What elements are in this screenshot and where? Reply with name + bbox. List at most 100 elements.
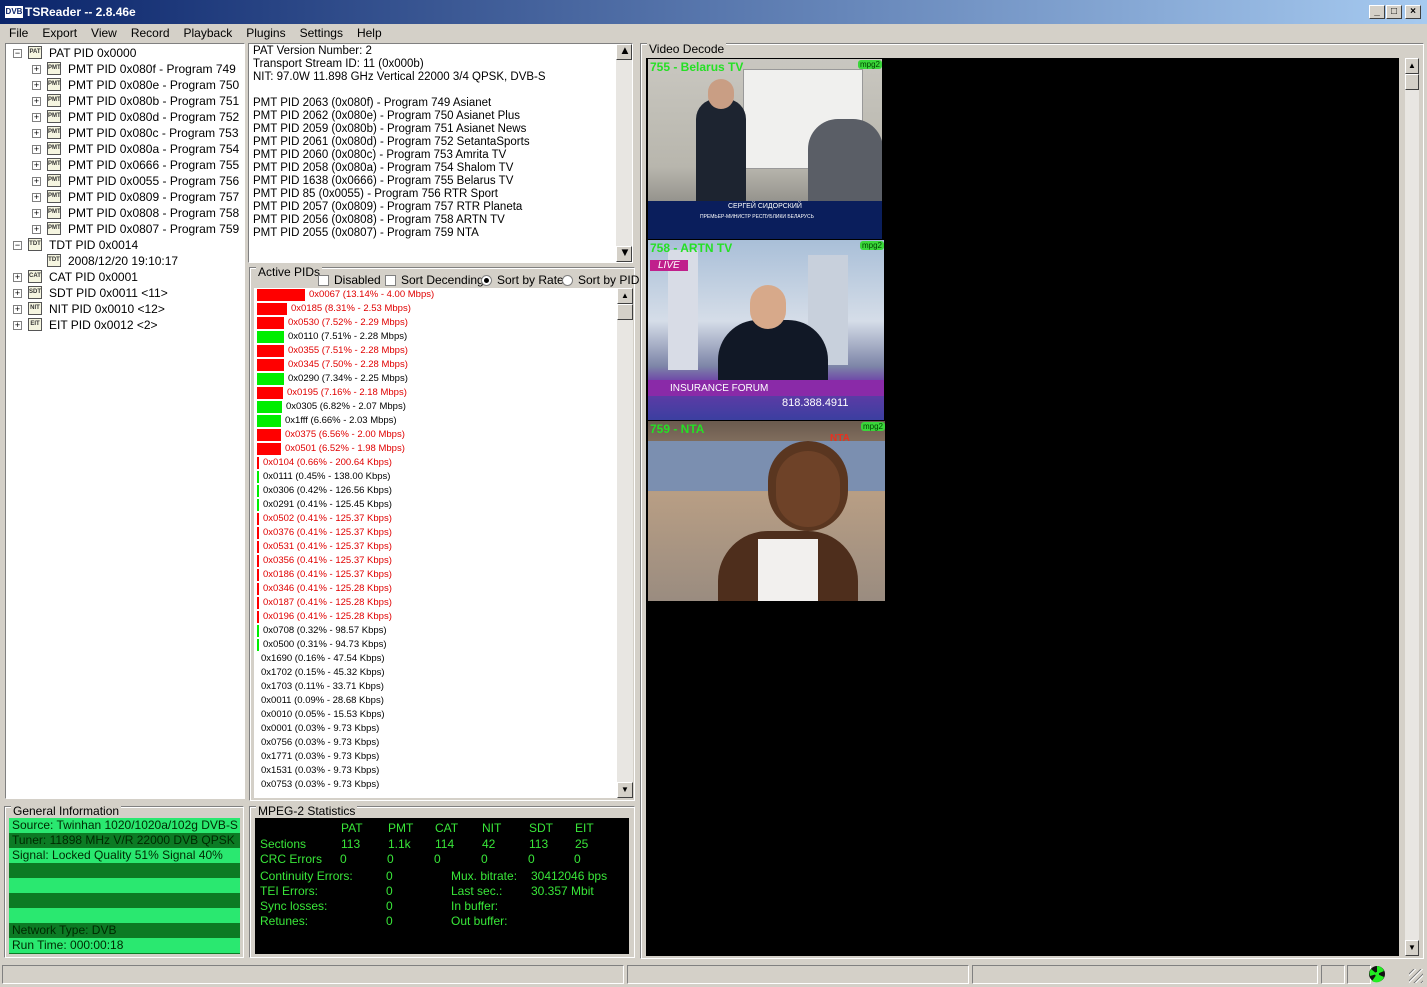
pid-row[interactable]: 0x0530 (7.52% - 2.29 Mbps) — [254, 316, 614, 330]
tree-node[interactable]: + PMT PMT PID 0x0666 - Program 755 — [6, 157, 242, 173]
scroll-up-icon[interactable]: ▲ — [616, 44, 632, 60]
pid-row[interactable]: 0x1690 (0.16% - 47.54 Kbps) — [254, 652, 614, 666]
tree-node[interactable]: + CAT CAT PID 0x0001 — [6, 269, 242, 285]
sort-by-rate-radio[interactable]: Sort by Rate — [481, 274, 564, 287]
scroll-down-icon[interactable]: ▼ — [617, 782, 633, 798]
expand-icon[interactable]: + — [32, 193, 41, 202]
pid-row[interactable]: 0x0753 (0.03% - 9.73 Kbps) — [254, 778, 614, 792]
pid-row[interactable]: 0x0291 (0.41% - 125.45 Kbps) — [254, 498, 614, 512]
maximize-button[interactable]: □ — [1386, 5, 1402, 19]
menu-settings[interactable]: Settings — [293, 24, 350, 41]
pid-row[interactable]: 0x0185 (8.31% - 2.53 Mbps) — [254, 302, 614, 316]
tree-node[interactable]: + NIT NIT PID 0x0010 <12> — [6, 301, 242, 317]
tree-node[interactable]: + PMT PMT PID 0x080a - Program 754 — [6, 141, 242, 157]
pid-row[interactable]: 0x0502 (0.41% - 125.37 Kbps) — [254, 512, 614, 526]
minimize-button[interactable]: _ — [1369, 5, 1385, 19]
pid-row[interactable]: 0x0010 (0.05% - 15.53 Kbps) — [254, 708, 614, 722]
tree-node[interactable]: + EIT EIT PID 0x0012 <2> — [6, 317, 242, 333]
expand-icon[interactable]: + — [32, 145, 41, 154]
video-scrollbar[interactable]: ▲ ▼ — [1405, 58, 1419, 956]
pid-row[interactable]: 0x0011 (0.09% - 28.68 Kbps) — [254, 694, 614, 708]
expand-icon[interactable]: + — [13, 289, 22, 298]
resize-grip-icon[interactable] — [1409, 969, 1423, 983]
pid-row[interactable]: 0x0290 (7.34% - 2.25 Mbps) — [254, 372, 614, 386]
menu-record[interactable]: Record — [124, 24, 177, 41]
pid-row[interactable]: 0x0111 (0.45% - 138.00 Kbps) — [254, 470, 614, 484]
active-pid-list[interactable]: 0x0067 (13.14% - 4.00 Mbps) 0x0185 (8.31%… — [254, 288, 618, 798]
collapse-icon[interactable]: − — [13, 49, 22, 58]
expand-icon[interactable]: + — [32, 177, 41, 186]
pid-row[interactable]: 0x1fff (6.66% - 2.03 Mbps) — [254, 414, 614, 428]
pid-row[interactable]: 0x0531 (0.41% - 125.37 Kbps) — [254, 540, 614, 554]
expand-icon[interactable]: + — [32, 129, 41, 138]
tree-node[interactable]: − TDT TDT PID 0x0014 — [6, 237, 242, 253]
pid-row[interactable]: 0x0356 (0.41% - 125.37 Kbps) — [254, 554, 614, 568]
menu-plugins[interactable]: Plugins — [239, 24, 292, 41]
pid-row[interactable]: 0x0346 (0.41% - 125.28 Kbps) — [254, 582, 614, 596]
pid-row[interactable]: 0x0500 (0.31% - 94.73 Kbps) — [254, 638, 614, 652]
pid-row[interactable]: 0x0306 (0.42% - 126.56 Kbps) — [254, 484, 614, 498]
scroll-down-icon[interactable]: ▼ — [1405, 940, 1419, 956]
expand-icon[interactable]: + — [13, 305, 22, 314]
sort-by-pid-radio[interactable]: Sort by PID — [562, 274, 639, 287]
expand-icon[interactable]: + — [32, 225, 41, 234]
expand-icon[interactable]: + — [32, 65, 41, 74]
pid-row[interactable]: 0x0501 (6.52% - 1.98 Mbps) — [254, 442, 614, 456]
pid-row[interactable]: 0x0001 (0.03% - 9.73 Kbps) — [254, 722, 614, 736]
collapse-icon[interactable]: − — [13, 241, 22, 250]
tree-node[interactable]: − PAT PAT PID 0x0000 — [6, 45, 242, 61]
menu-view[interactable]: View — [84, 24, 124, 41]
pid-row[interactable]: 0x0110 (7.51% - 2.28 Mbps) — [254, 330, 614, 344]
expand-icon[interactable]: + — [32, 97, 41, 106]
tree-node[interactable]: + PMT PMT PID 0x0809 - Program 757 — [6, 189, 242, 205]
pid-row[interactable]: 0x0187 (0.41% - 125.28 Kbps) — [254, 596, 614, 610]
pid-tree[interactable]: − PAT PAT PID 0x0000 + PMT PMT PID 0x080f - P… — [5, 43, 245, 799]
scroll-up-icon[interactable]: ▲ — [617, 288, 633, 304]
sort-descending-checkbox[interactable]: Sort Decending — [385, 274, 484, 287]
expand-icon[interactable]: + — [32, 209, 41, 218]
tree-node[interactable]: + PMT PMT PID 0x080e - Program 750 — [6, 77, 242, 93]
pid-row[interactable]: 0x0195 (7.16% - 2.18 Mbps) — [254, 386, 614, 400]
pid-row[interactable]: 0x0375 (6.56% - 2.00 Mbps) — [254, 428, 614, 442]
scroll-down-icon[interactable]: ▼ — [616, 246, 632, 262]
pat-scrollbar[interactable]: ▲ ▼ — [616, 44, 632, 262]
video-thumbnail[interactable]: LIVE INSURANCE FORUM 818.388.4911 758 - … — [648, 240, 884, 420]
tree-node[interactable]: + SDT SDT PID 0x0011 <11> — [6, 285, 242, 301]
pid-row[interactable]: 0x0067 (13.14% - 4.00 Mbps) — [254, 288, 614, 302]
close-button[interactable]: × — [1405, 5, 1421, 19]
expand-icon[interactable]: + — [32, 113, 41, 122]
scroll-thumb[interactable] — [617, 304, 633, 320]
expand-icon[interactable]: + — [13, 321, 22, 330]
pid-row[interactable]: 0x1531 (0.03% - 9.73 Kbps) — [254, 764, 614, 778]
pid-row[interactable]: 0x0756 (0.03% - 9.73 Kbps) — [254, 736, 614, 750]
pid-scrollbar[interactable]: ▲ ▼ — [617, 288, 633, 798]
expand-icon[interactable]: + — [13, 273, 22, 282]
tree-node[interactable]: + PMT PMT PID 0x080f - Program 749 — [6, 61, 242, 77]
tree-node[interactable]: + PMT PMT PID 0x0055 - Program 756 — [6, 173, 242, 189]
disabled-checkbox[interactable]: Disabled — [318, 274, 381, 287]
pid-row[interactable]: 0x1702 (0.15% - 45.32 Kbps) — [254, 666, 614, 680]
expand-icon[interactable]: + — [32, 161, 41, 170]
menu-file[interactable]: File — [0, 24, 35, 41]
expand-icon[interactable]: + — [32, 81, 41, 90]
menu-playback[interactable]: Playback — [177, 24, 240, 41]
tree-node[interactable]: TDT 2008/12/20 19:10:17 — [6, 253, 242, 269]
tree-node[interactable]: + PMT PMT PID 0x0807 - Program 759 — [6, 221, 242, 237]
pid-row[interactable]: 0x0345 (7.50% - 2.28 Mbps) — [254, 358, 614, 372]
pid-row[interactable]: 0x1771 (0.03% - 9.73 Kbps) — [254, 750, 614, 764]
pid-row[interactable]: 0x1703 (0.11% - 33.71 Kbps) — [254, 680, 614, 694]
menu-export[interactable]: Export — [35, 24, 84, 41]
pid-row[interactable]: 0x0376 (0.41% - 125.37 Kbps) — [254, 526, 614, 540]
tree-node[interactable]: + PMT PMT PID 0x0808 - Program 758 — [6, 205, 242, 221]
tree-node[interactable]: + PMT PMT PID 0x080d - Program 752 — [6, 109, 242, 125]
video-thumbnail[interactable]: СЕРГЕЙ СИДОРСКИЙ ПРЕМЬЕР-МИНИСТР РЕСПУБЛ… — [648, 59, 882, 239]
scroll-thumb[interactable] — [1405, 74, 1419, 90]
tree-node[interactable]: + PMT PMT PID 0x080c - Program 753 — [6, 125, 242, 141]
pid-row[interactable]: 0x0196 (0.41% - 125.28 Kbps) — [254, 610, 614, 624]
pid-row[interactable]: 0x0355 (7.51% - 2.28 Mbps) — [254, 344, 614, 358]
tree-node[interactable]: + PMT PMT PID 0x080b - Program 751 — [6, 93, 242, 109]
pid-row[interactable]: 0x0104 (0.66% - 200.64 Kbps) — [254, 456, 614, 470]
video-thumbnail[interactable]: NTA 759 - NTA mpg2 — [648, 421, 885, 601]
pid-row[interactable]: 0x0186 (0.41% - 125.37 Kbps) — [254, 568, 614, 582]
menu-help[interactable]: Help — [350, 24, 389, 41]
